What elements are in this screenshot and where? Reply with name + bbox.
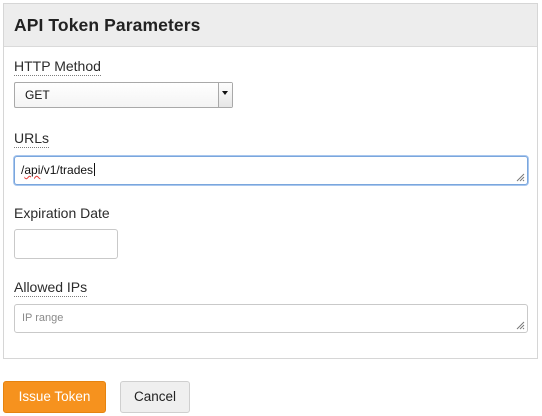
chevron-down-icon <box>222 91 228 95</box>
issue-token-button[interactable]: Issue Token <box>3 381 106 413</box>
allowed-ips-placeholder: IP range <box>22 312 64 324</box>
http-method-selected-value: GET <box>25 88 50 102</box>
panel-title: API Token Parameters <box>14 15 201 35</box>
expiration-date-input[interactable] <box>14 229 118 259</box>
urls-value-suffix: /v1/trades <box>40 163 94 177</box>
urls-value: /api/v1/trades <box>21 163 96 177</box>
expiration-date-label: Expiration Date <box>14 205 110 221</box>
urls-value-misspelled: api <box>24 163 41 177</box>
select-arrow-button[interactable] <box>218 83 232 107</box>
text-caret <box>94 163 96 176</box>
allowed-ips-textarea[interactable]: IP range <box>14 304 528 333</box>
urls-textarea[interactable]: /api/v1/trades <box>14 156 528 185</box>
http-method-select[interactable]: GET <box>14 82 233 108</box>
allowed-ips-label: Allowed IPs <box>14 279 88 297</box>
http-method-label: HTTP Method <box>14 58 101 76</box>
resize-grip-icon[interactable] <box>516 173 525 182</box>
urls-label: URLs <box>14 130 50 148</box>
cancel-button[interactable]: Cancel <box>120 381 190 413</box>
panel-header: API Token Parameters <box>4 4 537 47</box>
resize-grip-icon[interactable] <box>516 321 525 330</box>
